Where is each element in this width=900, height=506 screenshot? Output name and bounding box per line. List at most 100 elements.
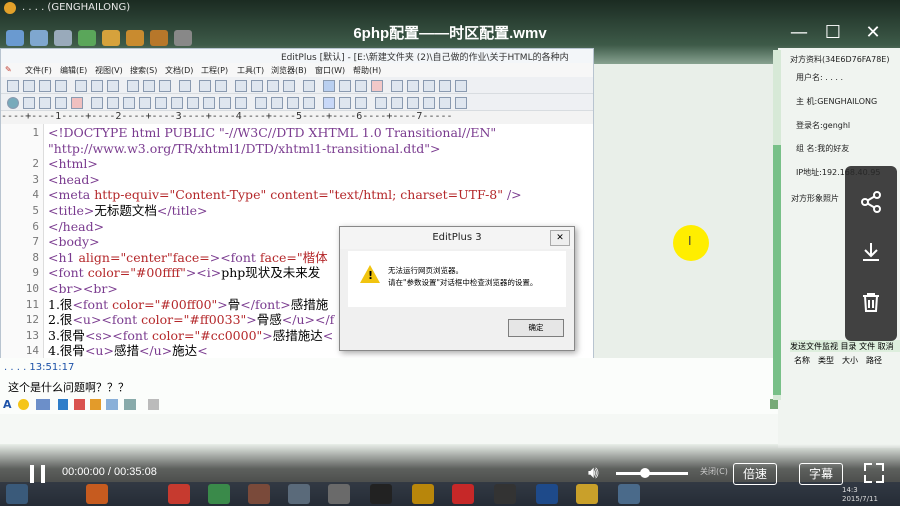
folder-app-icon[interactable] — [412, 484, 434, 504]
replace-icon[interactable] — [251, 80, 263, 92]
ruler-icon[interactable] — [339, 80, 351, 92]
break-icon[interactable] — [107, 97, 119, 109]
home-icon[interactable] — [174, 30, 192, 46]
input-icon[interactable] — [287, 97, 299, 109]
char-icon[interactable] — [407, 97, 419, 109]
delete-icon[interactable] — [859, 290, 883, 314]
volume-slider[interactable] — [616, 472, 688, 475]
app-icon[interactable] — [208, 484, 230, 504]
italic-icon[interactable] — [39, 97, 51, 109]
menu-file[interactable]: 文件(F) — [25, 65, 52, 76]
menu-window[interactable]: 窗口(W) — [315, 65, 345, 76]
menu-help[interactable]: 帮助(H) — [353, 65, 381, 76]
menu-browser[interactable]: 浏览器(B) — [271, 65, 307, 76]
package-icon[interactable] — [126, 30, 144, 46]
firefox-icon[interactable] — [86, 484, 108, 504]
chat-scrollbar-thumb[interactable] — [773, 145, 781, 395]
print-icon[interactable] — [75, 80, 87, 92]
file-tabs[interactable]: 发送文件监视 目录 文件 取消 — [790, 340, 900, 352]
cut-icon[interactable] — [127, 80, 139, 92]
pen-icon[interactable] — [74, 399, 85, 410]
image-icon[interactable] — [171, 97, 183, 109]
download-icon[interactable] — [859, 240, 883, 264]
find-icon[interactable] — [235, 80, 247, 92]
copy-icon[interactable] — [143, 80, 155, 92]
form-icon[interactable] — [271, 97, 283, 109]
network-app-icon[interactable] — [618, 484, 640, 504]
screen-icon[interactable] — [30, 30, 48, 46]
goto-icon[interactable] — [267, 80, 279, 92]
undo-icon[interactable] — [199, 80, 211, 92]
toolbar-option-icon[interactable] — [439, 97, 451, 109]
link-icon[interactable] — [203, 97, 215, 109]
network-icon[interactable] — [54, 30, 72, 46]
heading-icon[interactable] — [139, 97, 151, 109]
more-icon[interactable] — [124, 399, 136, 410]
div-icon[interactable] — [339, 97, 351, 109]
script-icon[interactable] — [323, 97, 335, 109]
line-number-icon[interactable] — [355, 80, 367, 92]
font-icon[interactable]: A — [3, 398, 12, 411]
maximize-button[interactable]: ☐ — [822, 22, 844, 44]
monitor-icon[interactable] — [6, 30, 24, 46]
emoji-icon[interactable] — [18, 399, 29, 410]
save-icon[interactable] — [39, 80, 51, 92]
delete-icon[interactable] — [179, 80, 191, 92]
player-icon[interactable] — [576, 484, 598, 504]
cliptext-icon[interactable] — [455, 80, 467, 92]
start-icon[interactable] — [6, 484, 28, 504]
table-icon[interactable] — [255, 97, 267, 109]
cascade-icon[interactable] — [423, 80, 435, 92]
check-icon[interactable] — [371, 80, 383, 92]
minimize-button[interactable]: — — [788, 22, 810, 44]
menu-search[interactable]: 搜索(S) — [130, 65, 157, 76]
volume-thumb[interactable] — [639, 468, 650, 478]
preview-icon[interactable] — [423, 97, 435, 109]
chat-input-area[interactable] — [0, 414, 778, 444]
shake-icon[interactable] — [58, 399, 68, 410]
terminal-icon[interactable] — [370, 484, 392, 504]
tile-icon[interactable] — [407, 80, 419, 92]
underline-icon[interactable] — [55, 97, 67, 109]
save-all-icon[interactable] — [55, 80, 67, 92]
grid-icon[interactable] — [455, 97, 467, 109]
word-wrap-icon[interactable] — [323, 80, 335, 92]
pilcrow-icon[interactable] — [123, 97, 135, 109]
media-app-icon[interactable] — [452, 484, 474, 504]
redo-icon[interactable] — [215, 80, 227, 92]
new-file-icon[interactable] — [7, 80, 19, 92]
hr-icon[interactable] — [155, 97, 167, 109]
spell-icon[interactable] — [107, 80, 119, 92]
user-icon[interactable] — [150, 30, 168, 46]
paste-icon[interactable] — [159, 80, 171, 92]
list-icon[interactable] — [219, 97, 231, 109]
chrome-icon[interactable] — [168, 484, 190, 504]
print-preview-icon[interactable] — [91, 80, 103, 92]
window-icon[interactable] — [328, 484, 350, 504]
comment-icon[interactable] — [235, 97, 247, 109]
output-icon[interactable] — [439, 80, 451, 92]
bold-icon[interactable] — [23, 97, 35, 109]
folder-icon[interactable] — [102, 30, 120, 46]
font-color-icon[interactable] — [71, 97, 83, 109]
speed-button[interactable]: 倍速 — [733, 463, 777, 485]
explorer-icon[interactable] — [288, 484, 310, 504]
dialog-ok-button[interactable]: 确定 — [508, 319, 564, 337]
gift-icon[interactable] — [90, 399, 101, 410]
dialog-close-button[interactable]: ✕ — [550, 230, 570, 246]
style-icon[interactable] — [375, 97, 387, 109]
menu-edit[interactable]: 编辑(E) — [60, 65, 87, 76]
menu-project[interactable]: 工程(P) — [201, 65, 228, 76]
screenshot-icon[interactable] — [36, 399, 50, 410]
span-icon[interactable] — [355, 97, 367, 109]
arrow-icon[interactable] — [78, 30, 96, 46]
paint-icon[interactable] — [248, 484, 270, 504]
menu-document[interactable]: 文档(D) — [165, 65, 193, 76]
font-size-icon[interactable] — [303, 80, 315, 92]
share-icon[interactable] — [859, 190, 883, 214]
globe-icon[interactable] — [7, 97, 19, 109]
select-icon[interactable] — [303, 97, 315, 109]
open-file-icon[interactable] — [23, 80, 35, 92]
word-icon[interactable] — [536, 484, 558, 504]
paragraph-icon[interactable] — [91, 97, 103, 109]
